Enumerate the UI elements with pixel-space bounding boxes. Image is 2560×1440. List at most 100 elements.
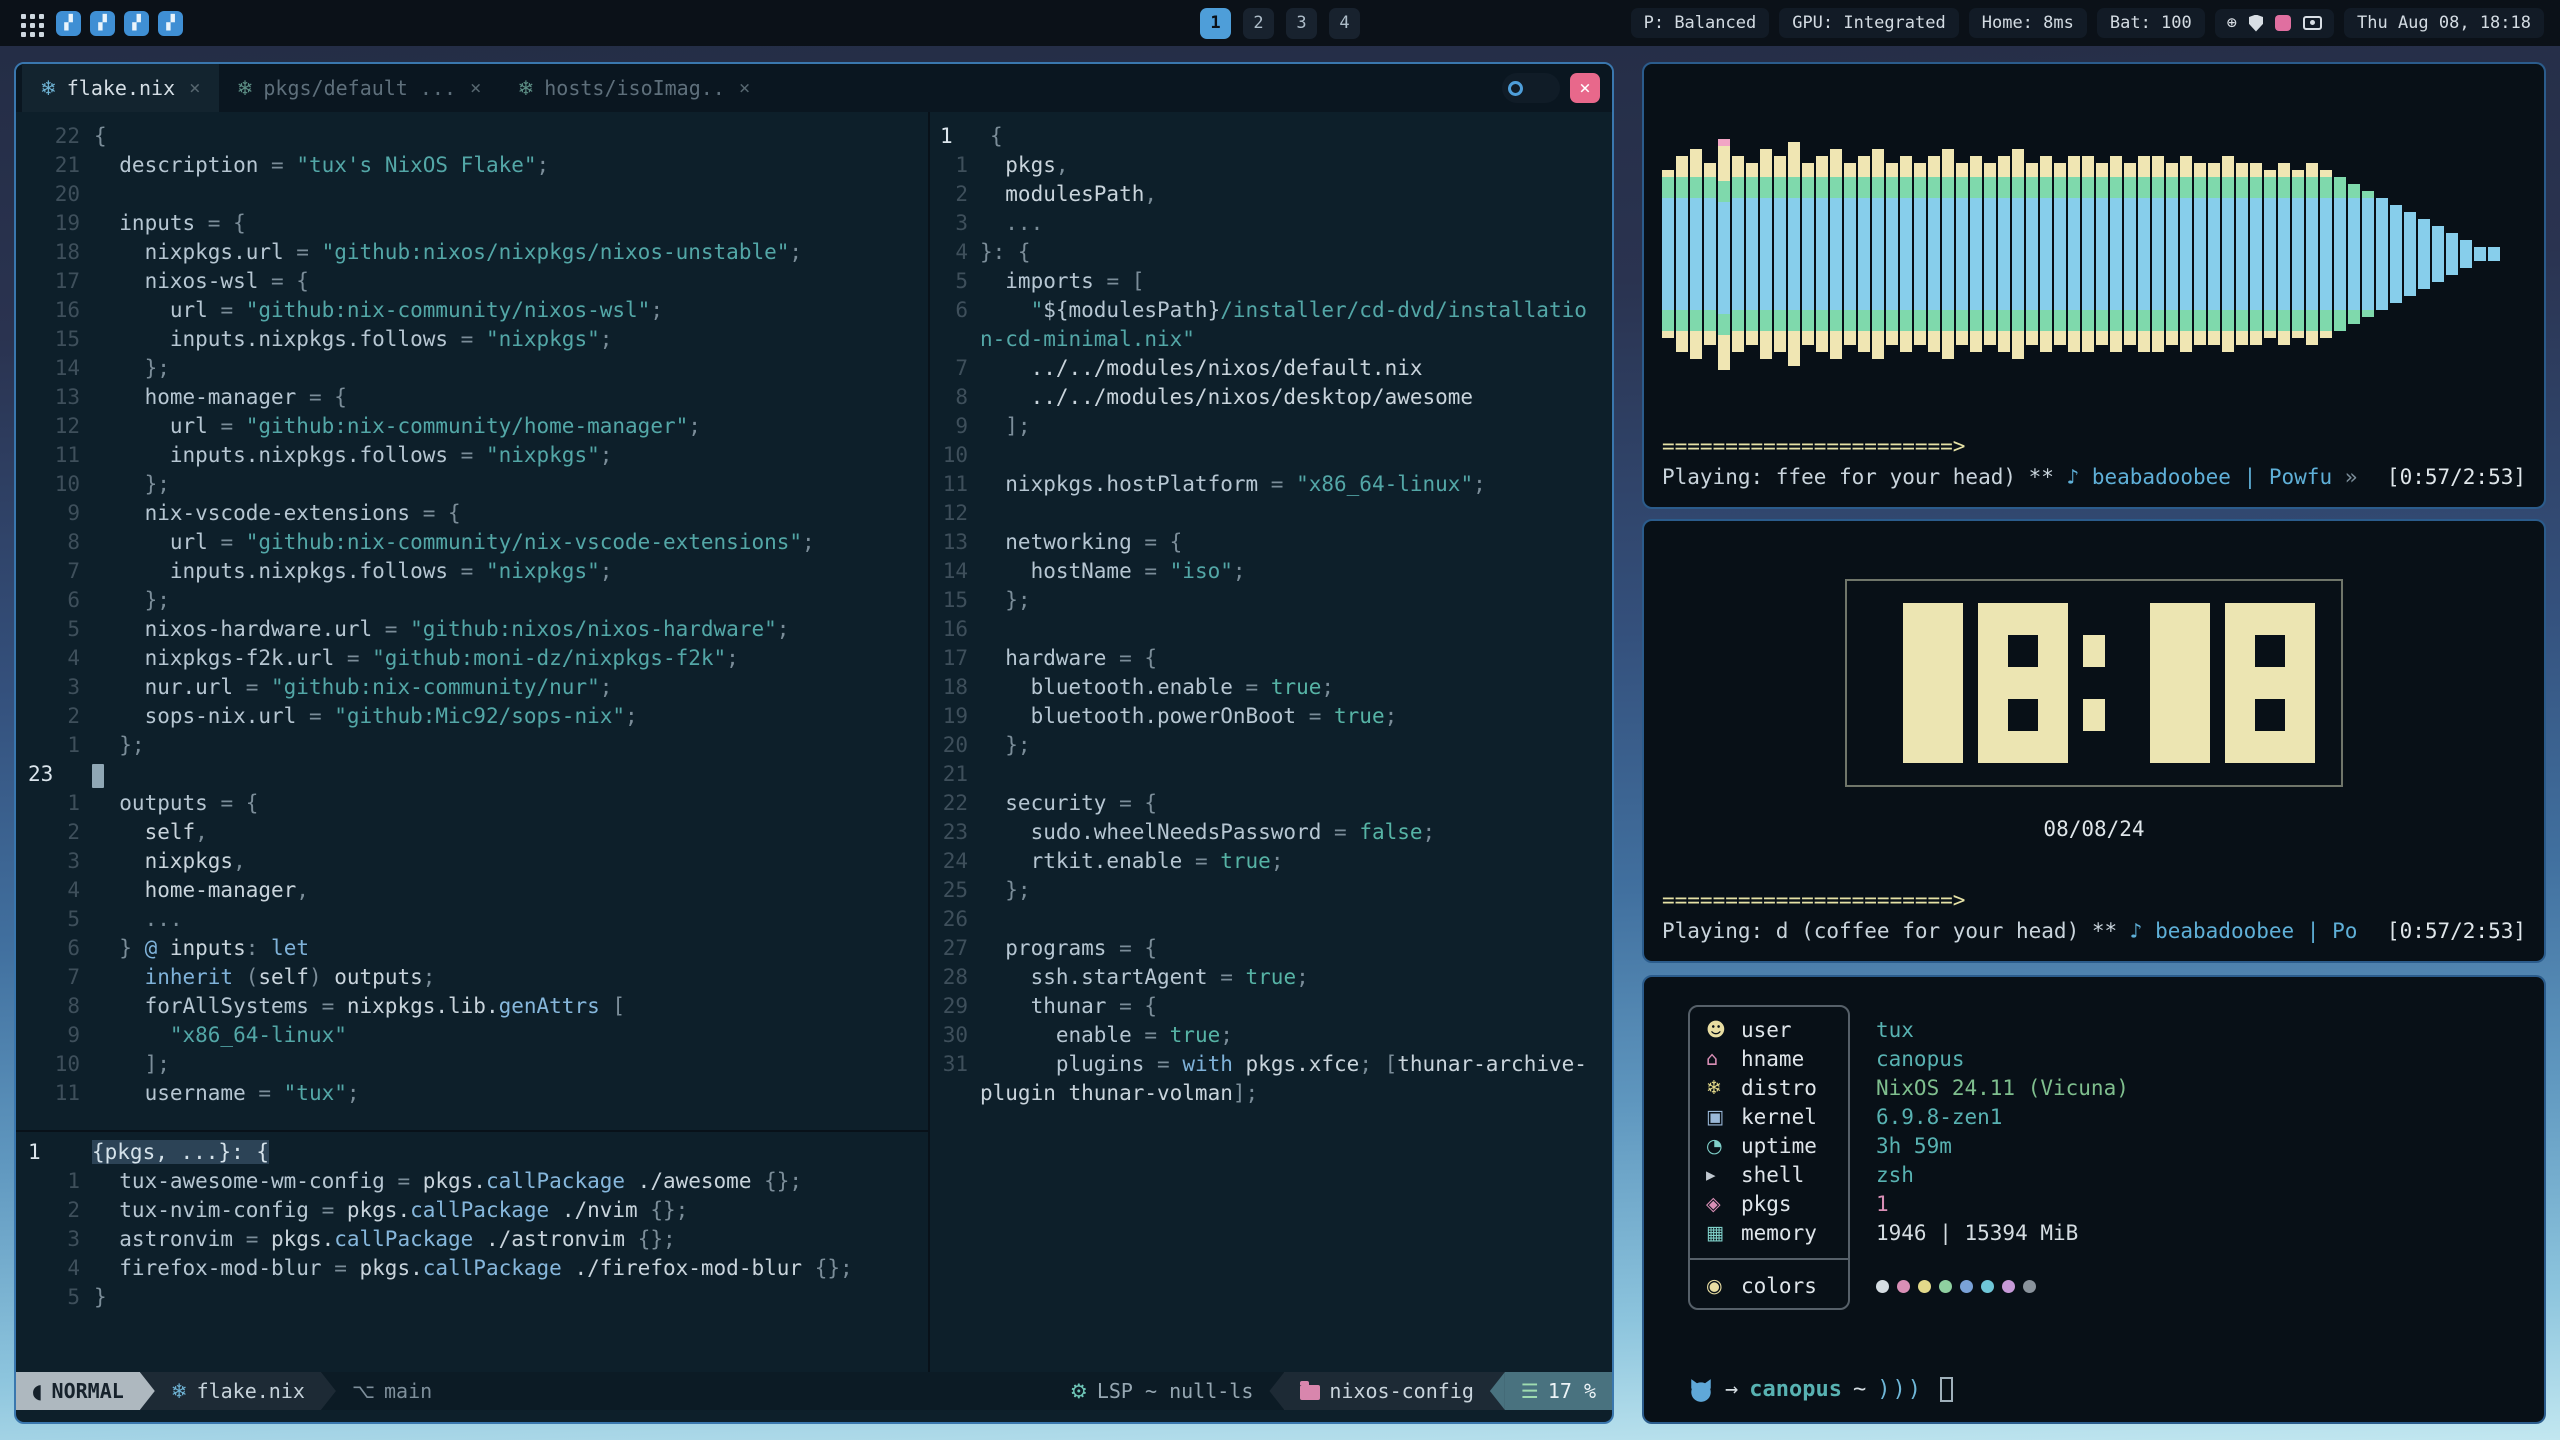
code-line[interactable]: 5}	[16, 1283, 928, 1312]
code-line[interactable]: 23	[16, 760, 928, 789]
code-line[interactable]: 23 sudo.wheelNeedsPassword = false;	[930, 818, 1612, 847]
code-line[interactable]: 21	[930, 760, 1612, 789]
workspace-tag-4[interactable]: 4	[1329, 8, 1360, 39]
code-line[interactable]: 8 forAllSystems = nixpkgs.lib.genAttrs [	[16, 992, 928, 1021]
shell-prompt[interactable]: → canopus ~ )))	[1688, 1377, 2544, 1402]
code-line[interactable]: 11 inputs.nixpkgs.follows = "nixpkgs";	[16, 441, 928, 470]
code-line[interactable]: 4 home-manager,	[16, 876, 928, 905]
code-line[interactable]: 18 bluetooth.enable = true;	[930, 673, 1612, 702]
code-line[interactable]: 6 } @ inputs: let	[16, 934, 928, 963]
code-line[interactable]: 15 inputs.nixpkgs.follows = "nixpkgs";	[16, 325, 928, 354]
code-line[interactable]: 3 ...	[930, 209, 1612, 238]
code-pane-flake[interactable]: 22{21 description = "tux's NixOS Flake";…	[16, 112, 928, 1130]
code-line[interactable]: 12 url = "github:nix-community/home-mana…	[16, 412, 928, 441]
code-line[interactable]: 8 url = "github:nix-community/nix-vscode…	[16, 528, 928, 557]
code-line[interactable]: 19 inputs = {	[16, 209, 928, 238]
code-line[interactable]: 9 nix-vscode-extensions = {	[16, 499, 928, 528]
terminal-cursor[interactable]	[1940, 1377, 1953, 1402]
code-line[interactable]: 9 ];	[930, 412, 1612, 441]
code-line[interactable]: 20 };	[930, 731, 1612, 760]
code-line[interactable]: 3 nixpkgs,	[16, 847, 928, 876]
code-line[interactable]: 17 hardware = {	[930, 644, 1612, 673]
editor-tab[interactable]: ❄pkgs/default ...×	[219, 64, 500, 112]
code-line[interactable]: 14 };	[16, 354, 928, 383]
app-launcher-icon[interactable]	[16, 9, 44, 37]
code-line[interactable]: 16	[930, 615, 1612, 644]
code-line[interactable]: 2 self,	[16, 818, 928, 847]
editor-tab[interactable]: ❄flake.nix×	[22, 64, 219, 112]
code-line[interactable]: 10 ];	[16, 1050, 928, 1079]
code-line[interactable]: 11 nixpkgs.hostPlatform = "x86_64-linux"…	[930, 470, 1612, 499]
code-line[interactable]: 8 ../../modules/nixos/desktop/awesome	[930, 383, 1612, 412]
code-line[interactable]: 13 networking = {	[930, 528, 1612, 557]
code-line[interactable]: 28 ssh.startAgent = true;	[930, 963, 1612, 992]
code-line[interactable]: 5 imports = [	[930, 267, 1612, 296]
code-line[interactable]: 15 };	[930, 586, 1612, 615]
tab-close-icon[interactable]: ×	[189, 77, 200, 99]
code-line[interactable]: 1{pkgs, ...}: {	[16, 1138, 928, 1167]
workspace-tag-3[interactable]: 3	[1286, 8, 1317, 39]
code-line[interactable]: 16 url = "github:nix-community/nixos-wsl…	[16, 296, 928, 325]
workspace-tag-1[interactable]: 1	[1200, 8, 1231, 39]
app-icon[interactable]: ▞	[90, 11, 115, 36]
app-icon[interactable]: ▞	[158, 11, 183, 36]
editor-tab[interactable]: ❄hosts/isoImag..×	[499, 64, 768, 112]
camera-icon[interactable]	[2303, 16, 2322, 30]
code-line[interactable]: 7 ../../modules/nixos/default.nix	[930, 354, 1612, 383]
code-line[interactable]: 1{	[930, 122, 1612, 151]
code-line[interactable]: n-cd-minimal.nix"	[930, 325, 1612, 354]
code-line[interactable]: 1 };	[16, 731, 928, 760]
code-line[interactable]: 10	[930, 441, 1612, 470]
code-line[interactable]: 25 };	[930, 876, 1612, 905]
code-line[interactable]: 19 bluetooth.powerOnBoot = true;	[930, 702, 1612, 731]
code-line[interactable]: 22{	[16, 122, 928, 151]
code-line[interactable]: 9 "x86_64-linux"	[16, 1021, 928, 1050]
code-line[interactable]: 4}: {	[930, 238, 1612, 267]
code-line[interactable]: 13 home-manager = {	[16, 383, 928, 412]
code-line[interactable]: 2 sops-nix.url = "github:Mic92/sops-nix"…	[16, 702, 928, 731]
shield-icon[interactable]	[2249, 15, 2263, 32]
code-line[interactable]: 26	[930, 905, 1612, 934]
code-line[interactable]: 7 inputs.nixpkgs.follows = "nixpkgs";	[16, 557, 928, 586]
code-line[interactable]: 14 hostName = "iso";	[930, 557, 1612, 586]
code-line[interactable]: 24 rtkit.enable = true;	[930, 847, 1612, 876]
code-line[interactable]: 12	[930, 499, 1612, 528]
network-icon[interactable]: ⊕	[2227, 15, 2237, 32]
code-line[interactable]: 1 pkgs,	[930, 151, 1612, 180]
code-line[interactable]: 27 programs = {	[930, 934, 1612, 963]
window-close-button[interactable]: ×	[1570, 73, 1600, 103]
tab-close-icon[interactable]: ×	[470, 77, 481, 99]
code-line[interactable]: 4 firefox-mod-blur = pkgs.callPackage ./…	[16, 1254, 928, 1283]
code-pane-pkgs[interactable]: 1{pkgs, ...}: {1 tux-awesome-wm-config =…	[16, 1132, 928, 1372]
code-line[interactable]: 1 tux-awesome-wm-config = pkgs.callPacka…	[16, 1167, 928, 1196]
code-line[interactable]: 21 description = "tux's NixOS Flake";	[16, 151, 928, 180]
code-line[interactable]: 11 username = "tux";	[16, 1079, 928, 1108]
code-line[interactable]: 6 };	[16, 586, 928, 615]
code-line[interactable]: 2 tux-nvim-config = pkgs.callPackage ./n…	[16, 1196, 928, 1225]
code-line[interactable]: 1 outputs = {	[16, 789, 928, 818]
code-line[interactable]: 10 };	[16, 470, 928, 499]
code-line[interactable]: plugin thunar-volman];	[930, 1079, 1612, 1108]
tab-close-icon[interactable]: ×	[739, 77, 750, 99]
code-line[interactable]: 5 nixos-hardware.url = "github:nixos/nix…	[16, 615, 928, 644]
theme-toggle[interactable]	[1502, 73, 1560, 103]
code-line[interactable]: 30 enable = true;	[930, 1021, 1612, 1050]
code-line[interactable]: 29 thunar = {	[930, 992, 1612, 1021]
app-icon[interactable]: ▞	[124, 11, 149, 36]
app-icon[interactable]: ▞	[56, 11, 81, 36]
code-line[interactable]: 2 modulesPath,	[930, 180, 1612, 209]
code-line[interactable]: 6 "${modulesPath}/installer/cd-dvd/insta…	[930, 296, 1612, 325]
code-line[interactable]: 4 nixpkgs-f2k.url = "github:moni-dz/nixp…	[16, 644, 928, 673]
code-line[interactable]: 3 astronvim = pkgs.callPackage ./astronv…	[16, 1225, 928, 1254]
code-line[interactable]: 17 nixos-wsl = {	[16, 267, 928, 296]
record-icon[interactable]	[2275, 15, 2291, 31]
workspace-tag-2[interactable]: 2	[1243, 8, 1274, 39]
code-line[interactable]: 3 nur.url = "github:nix-community/nur";	[16, 673, 928, 702]
code-pane-iso[interactable]: 1{1 pkgs,2 modulesPath,3 ...4}: {5 impor…	[930, 112, 1612, 1372]
code-line[interactable]: 18 nixpkgs.url = "github:nixos/nixpkgs/n…	[16, 238, 928, 267]
code-line[interactable]: 22 security = {	[930, 789, 1612, 818]
code-line[interactable]: 5 ...	[16, 905, 928, 934]
code-line[interactable]: 20	[16, 180, 928, 209]
code-line[interactable]: 7 inherit (self) outputs;	[16, 963, 928, 992]
code-line[interactable]: 31 plugins = with pkgs.xfce; [thunar-arc…	[930, 1050, 1612, 1079]
